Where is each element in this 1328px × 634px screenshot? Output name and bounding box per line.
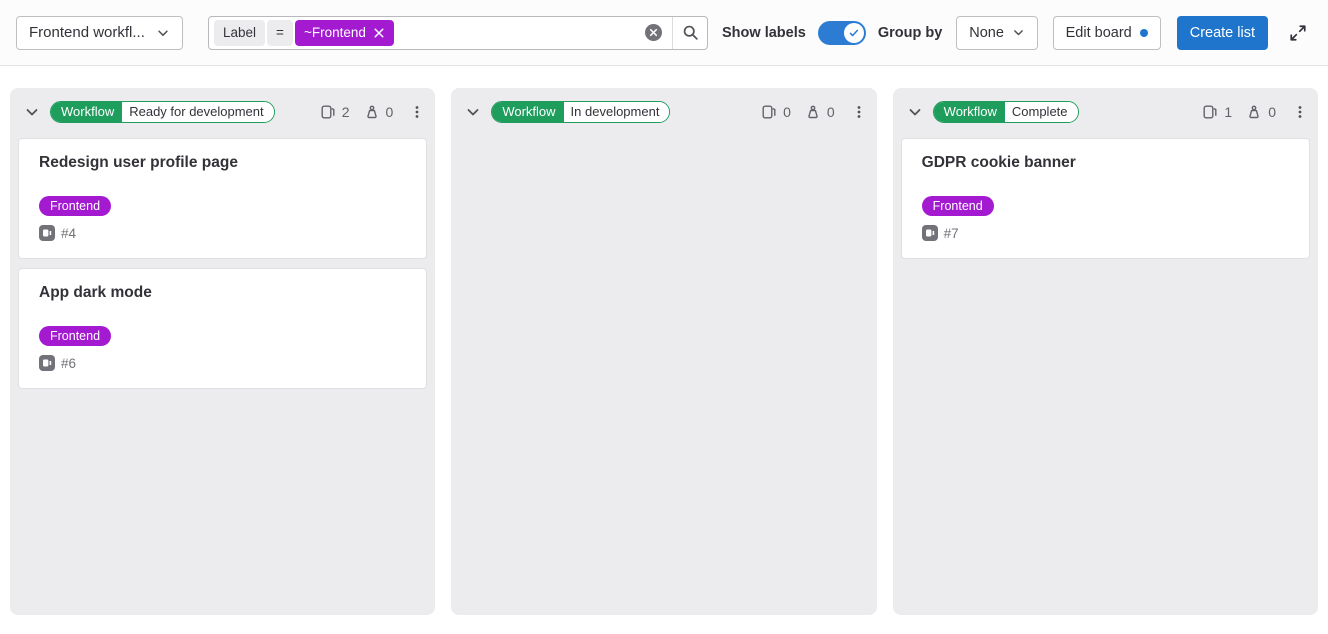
board-column-in-development: Workflow In development 0 0 [451,88,876,615]
column-header: Workflow In development 0 0 [451,88,876,136]
show-labels-toggle[interactable] [818,21,866,45]
label-scope: Workflow [51,102,122,122]
column-menu-button[interactable] [1292,104,1308,120]
label-scope: Workflow [934,102,1005,122]
card-ref: #4 [61,226,76,241]
card-meta: #7 [922,225,1289,241]
card-meta: #6 [39,355,406,371]
search-icon [682,24,699,41]
card-title: App dark mode [39,284,406,302]
issue-count: 2 [342,104,350,120]
weight-icon [364,104,380,120]
group-by-label: Group by [878,25,942,41]
issue-count: 0 [783,104,791,120]
filter-token-value[interactable]: ~Frontend [295,20,394,46]
board-toolbar: Frontend workfl... Label = ~Frontend [0,0,1328,66]
board-switcher-dropdown[interactable]: Frontend workfl... [16,16,183,50]
card-label[interactable]: Frontend [39,326,111,346]
filtered-search-bar[interactable]: Label = ~Frontend [208,16,708,50]
column-header: Workflow Ready for development 2 0 [10,88,435,136]
board-column-ready-for-development: Workflow Ready for development 2 0 Redes… [10,88,435,615]
create-list-label: Create list [1190,25,1255,41]
issue-card[interactable]: App dark mode Frontend #6 [18,268,427,389]
group-by-dropdown[interactable]: None [956,16,1038,50]
expand-icon [1289,24,1307,42]
remove-token-icon[interactable] [373,27,385,39]
column-card-list [451,136,876,615]
card-title: Redesign user profile page [39,154,406,172]
toolbar-actions: Edit board Create list [1053,16,1312,50]
clear-search-button[interactable] [634,17,672,49]
column-counts: 1 0 [1202,104,1308,120]
group-by-value: None [969,25,1004,41]
column-menu-button[interactable] [409,104,425,120]
chevron-down-icon [156,26,170,40]
column-menu-button[interactable] [851,104,867,120]
collapse-column-icon[interactable] [465,104,481,120]
column-scoped-label[interactable]: Workflow Complete [933,101,1079,123]
column-header: Workflow Complete 1 0 [893,88,1318,136]
card-label[interactable]: Frontend [922,196,994,216]
issue-card[interactable]: Redesign user profile page Frontend #4 [18,138,427,259]
column-card-list: GDPR cookie banner Frontend #7 [893,136,1318,615]
filter-token: Label = ~Frontend [209,17,398,49]
issue-type-icon [39,225,55,241]
notification-dot-icon [1140,29,1148,37]
column-card-list: Redesign user profile page Frontend #4 A… [10,136,435,615]
issues-icon [761,104,777,120]
card-ref: #6 [61,356,76,371]
issues-icon [320,104,336,120]
label-value: Ready for development [122,102,273,122]
label-value: Complete [1005,102,1078,122]
weight-icon [1246,104,1262,120]
column-counts: 0 0 [761,104,867,120]
column-scoped-label[interactable]: Workflow Ready for development [50,101,275,123]
card-meta: #4 [39,225,406,241]
clear-search-icon [645,24,662,41]
filter-search-input[interactable] [398,17,634,49]
weight-count: 0 [827,104,835,120]
issue-type-icon [922,225,938,241]
filter-token-operator[interactable]: = [267,20,293,46]
label-scope: Workflow [492,102,563,122]
board-column-complete: Workflow Complete 1 0 GDPR cookie banner [893,88,1318,615]
weight-count: 0 [386,104,394,120]
toggle-check-icon [844,23,864,43]
weight-icon [805,104,821,120]
card-ref: #7 [944,226,959,241]
label-value: In development [564,102,670,122]
card-label[interactable]: Frontend [39,196,111,216]
issue-count: 1 [1224,104,1232,120]
edit-board-label: Edit board [1066,25,1132,41]
search-submit-button[interactable] [672,17,707,49]
issue-type-icon [39,355,55,371]
filter-token-value-label: ~Frontend [304,25,366,40]
issue-card[interactable]: GDPR cookie banner Frontend #7 [901,138,1310,259]
chevron-down-icon [1012,26,1025,39]
card-title: GDPR cookie banner [922,154,1289,172]
collapse-column-icon[interactable] [24,104,40,120]
issues-icon [1202,104,1218,120]
issue-board: Workflow Ready for development 2 0 Redes… [0,66,1328,615]
collapse-column-icon[interactable] [907,104,923,120]
create-list-button[interactable]: Create list [1177,16,1268,50]
filter-token-type[interactable]: Label [214,20,265,46]
column-counts: 2 0 [320,104,426,120]
expand-board-button[interactable] [1284,19,1312,47]
board-switcher-label: Frontend workfl... [29,24,145,41]
weight-count: 0 [1268,104,1276,120]
show-labels-label: Show labels [722,25,806,41]
column-scoped-label[interactable]: Workflow In development [491,101,670,123]
edit-board-button[interactable]: Edit board [1053,16,1161,50]
